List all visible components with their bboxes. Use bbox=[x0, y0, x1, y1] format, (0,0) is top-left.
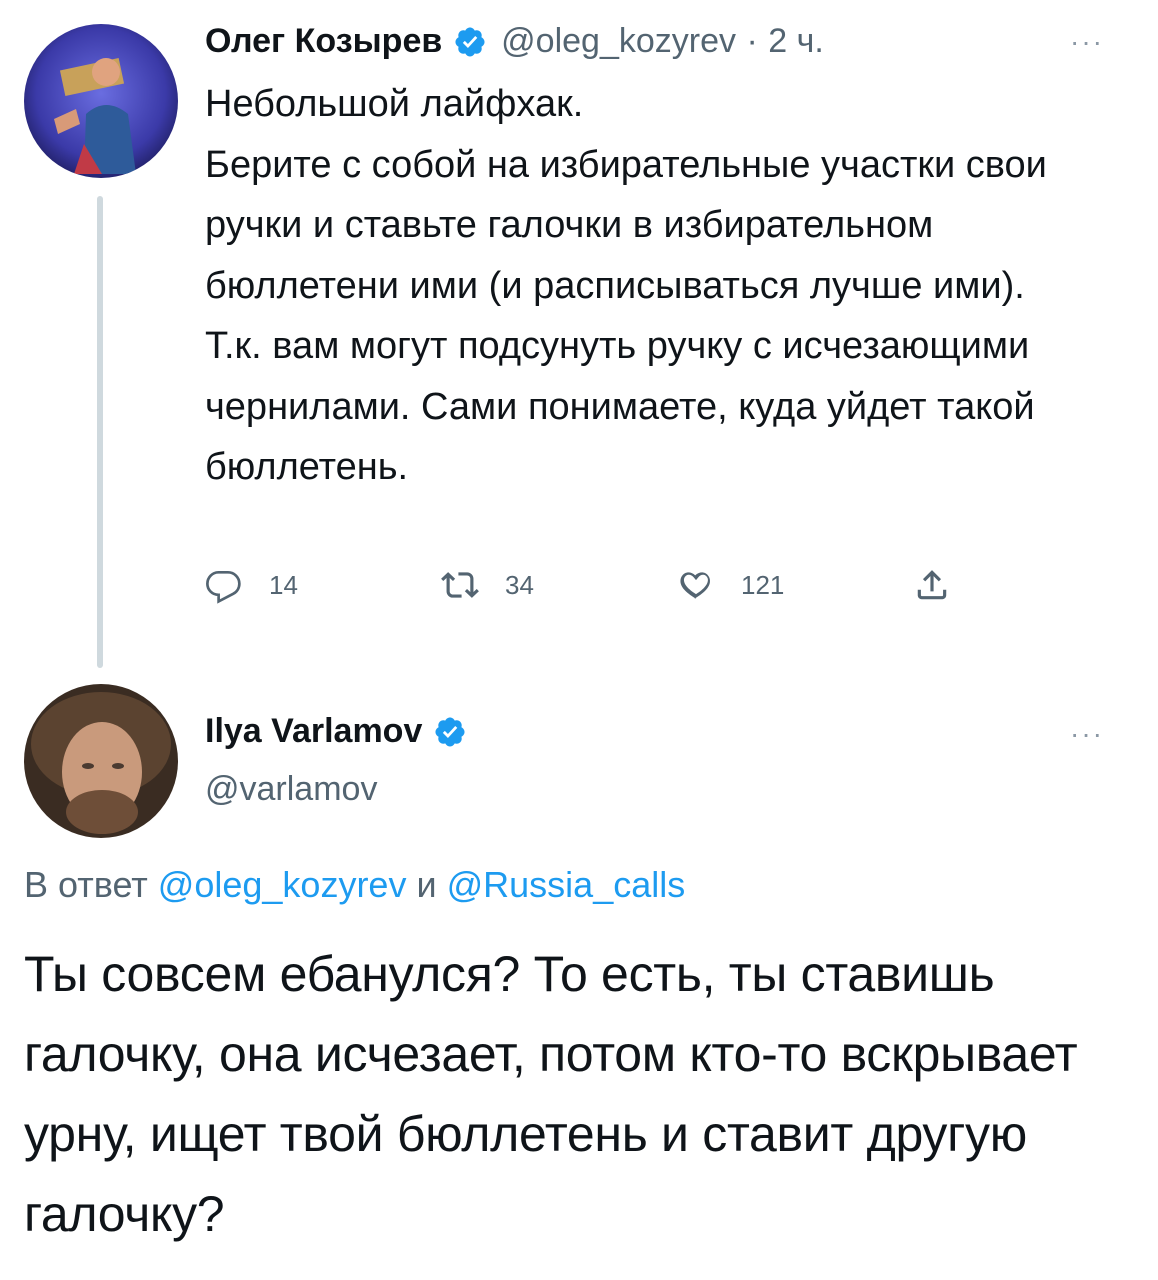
retweet-icon bbox=[441, 572, 479, 598]
avatar-ilya-varlamov[interactable] bbox=[24, 684, 178, 838]
thread-line bbox=[97, 196, 103, 668]
tweet1-actions: 14 34 121 bbox=[205, 566, 985, 604]
more-options-icon[interactable]: ··· bbox=[1070, 718, 1104, 750]
tweet2-text: Ты совсем ебанулся? То есть, ты ставишь … bbox=[24, 946, 1078, 1242]
mention-oleg-kozyrev[interactable]: @oleg_kozyrev bbox=[158, 864, 407, 905]
author-name[interactable]: Ilya Varlamov bbox=[205, 712, 422, 751]
reply-icon bbox=[206, 570, 241, 604]
tweet-timestamp[interactable]: 2 ч. bbox=[768, 22, 824, 61]
retweet-button[interactable]: 34 bbox=[441, 566, 677, 604]
like-button[interactable]: 121 bbox=[677, 566, 913, 604]
share-icon bbox=[917, 570, 947, 600]
tweet1-text: Небольшой лайфхак. Берите с собой на изб… bbox=[205, 83, 1047, 488]
verified-badge-icon bbox=[455, 26, 485, 57]
reply-and: и bbox=[416, 864, 437, 905]
more-options-icon[interactable]: ··· bbox=[1070, 26, 1104, 58]
reply-count: 14 bbox=[269, 569, 298, 600]
avatar-oleg-kozyrev[interactable] bbox=[24, 24, 178, 178]
like-count: 121 bbox=[741, 569, 785, 600]
share-button[interactable] bbox=[913, 566, 977, 604]
tweet1-header: Олег Козырев @oleg_kozyrev · 2 ч. bbox=[205, 22, 824, 68]
author-handle[interactable]: @varlamov bbox=[205, 770, 377, 809]
verified-badge-icon bbox=[435, 716, 465, 747]
reply-button[interactable]: 14 bbox=[205, 566, 441, 604]
separator-dot: · bbox=[746, 22, 758, 60]
reply-prefix: В ответ bbox=[24, 864, 148, 905]
retweet-count: 34 bbox=[505, 569, 534, 600]
like-icon bbox=[680, 572, 710, 599]
mention-russia-calls[interactable]: @Russia_calls bbox=[447, 864, 686, 905]
author-name[interactable]: Олег Козырев bbox=[205, 22, 442, 61]
reply-context: В ответ @oleg_kozyrev и @Russia_calls bbox=[24, 864, 685, 906]
author-handle[interactable]: @oleg_kozyrev bbox=[501, 22, 736, 61]
tweet2-author: Ilya Varlamov bbox=[205, 712, 467, 751]
